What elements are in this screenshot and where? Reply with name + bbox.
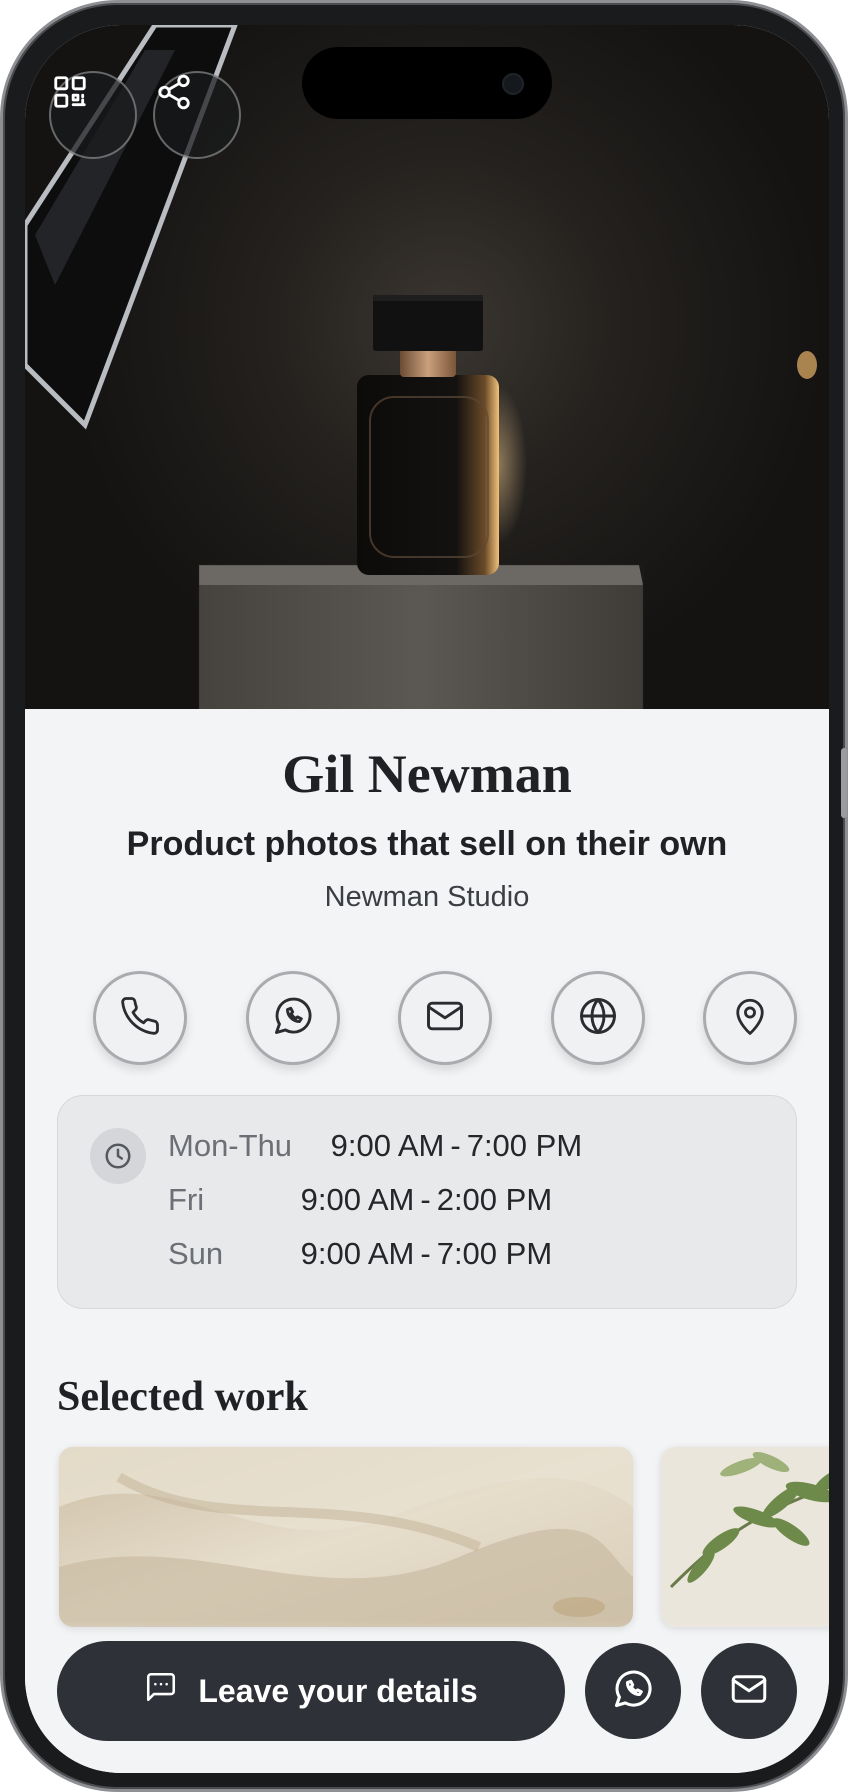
hours-close: 2:00 PM <box>436 1182 553 1217</box>
phone-frame: Gil Newman Product photos that sell on t… <box>0 0 848 1792</box>
whatsapp-icon <box>611 1667 655 1716</box>
whatsapp-icon <box>271 994 315 1043</box>
email-icon <box>423 994 467 1043</box>
hours-close: 7:00 PM <box>436 1236 553 1271</box>
cta-label: Leave your details <box>198 1672 478 1709</box>
hours-days: Fri <box>168 1182 205 1217</box>
olive-branch-photo <box>661 1447 829 1627</box>
hours-separator: - <box>420 1182 431 1217</box>
cream-fabric-photo <box>59 1447 633 1627</box>
email-fab[interactable] <box>701 1643 797 1739</box>
gallery-title: Selected work <box>57 1374 308 1420</box>
share-button[interactable] <box>153 71 241 159</box>
contact-actions <box>73 971 797 1067</box>
screen: Gil Newman Product photos that sell on t… <box>25 25 829 1773</box>
hero-image <box>25 25 829 709</box>
hours-close: 7:00 PM <box>466 1128 583 1163</box>
gallery-item-fabric[interactable] <box>59 1447 633 1627</box>
hours-separator: - <box>450 1128 461 1163</box>
leave-details-button[interactable]: Leave your details <box>57 1641 565 1741</box>
hours-row: Fri 9:00 AM -2:00 PM <box>168 1182 552 1218</box>
clock-icon <box>90 1128 146 1184</box>
hours-days: Mon-Thu <box>168 1128 293 1163</box>
hours-row: Sun 9:00 AM -7:00 PM <box>168 1236 552 1272</box>
opening-hours-card: Mon-Thu 9:00 AM -7:00 PM Fri 9:00 AM -2:00… <box>57 1095 797 1309</box>
hours-days: Sun <box>168 1236 224 1271</box>
qr-code-button[interactable] <box>49 71 137 159</box>
gallery-item-olive[interactable] <box>661 1447 829 1627</box>
email-icon <box>728 1668 770 1715</box>
whatsapp-fab[interactable] <box>585 1643 681 1739</box>
whatsapp-button[interactable] <box>246 971 340 1065</box>
phone-icon <box>119 995 161 1042</box>
location-pin-icon <box>729 995 771 1042</box>
front-camera <box>502 73 524 95</box>
hours-separator: - <box>420 1236 431 1271</box>
hours-open: 9:00 AM <box>300 1236 415 1271</box>
profile-company: Newman Studio <box>324 881 530 913</box>
profile-tagline: Product photos that sell on their own <box>126 825 728 863</box>
side-button <box>841 748 847 818</box>
hours-row: Mon-Thu 9:00 AM -7:00 PM <box>168 1128 582 1164</box>
profile-name: Gil Newman <box>282 744 572 804</box>
message-square-icon <box>144 1670 178 1712</box>
call-button[interactable] <box>93 971 187 1065</box>
globe-icon <box>576 994 620 1043</box>
email-button[interactable] <box>398 971 492 1065</box>
location-button[interactable] <box>703 971 797 1065</box>
hours-open: 9:00 AM <box>330 1128 445 1163</box>
hours-open: 9:00 AM <box>300 1182 415 1217</box>
perfume-photo <box>25 25 817 709</box>
website-button[interactable] <box>551 971 645 1065</box>
